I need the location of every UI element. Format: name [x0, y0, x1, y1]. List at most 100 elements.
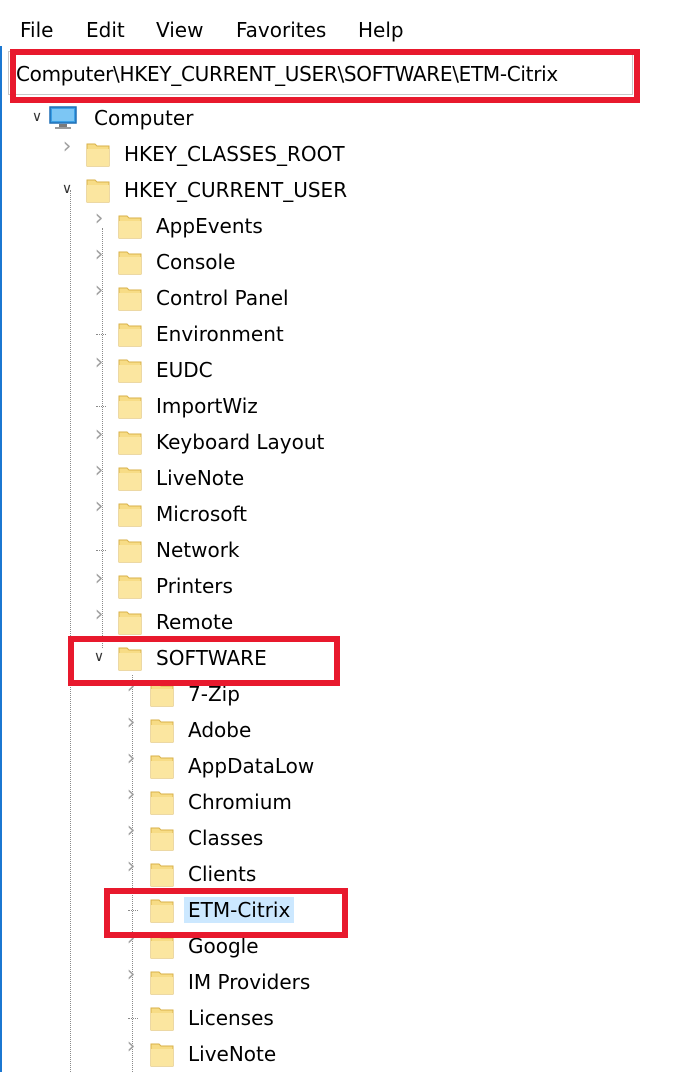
tree-node-computer[interactable]: ∨ Computer [0, 100, 676, 136]
tree-node-label[interactable]: ImportWiz [152, 393, 262, 419]
tree-node-label[interactable]: EUDC [152, 357, 217, 383]
tree-node-label[interactable]: Licenses [184, 1005, 278, 1031]
tree-node-sw-im-providers[interactable]: › IM Providers [0, 964, 676, 1000]
tree-node-label[interactable]: HKEY_CURRENT_USER [120, 177, 351, 203]
tree-node-sw-clients[interactable]: › Clients [0, 856, 676, 892]
tree-node-sw-licenses[interactable]: Licenses [0, 1000, 676, 1036]
chevron-right-icon[interactable]: › [124, 1036, 138, 1058]
tree-node-label[interactable]: ETM-Citrix [184, 897, 295, 923]
tree-node-label[interactable]: IM Providers [184, 969, 314, 995]
chevron-right-icon[interactable]: › [124, 820, 138, 842]
tree-node-label[interactable]: Google [184, 933, 263, 959]
chevron-right-icon[interactable]: › [124, 856, 138, 878]
tree-node-label[interactable]: AppDataLow [184, 753, 318, 779]
chevron-right-icon[interactable]: › [92, 424, 106, 446]
tree-node-label[interactable]: Chromium [184, 789, 296, 815]
chevron-right-icon[interactable]: › [60, 136, 74, 158]
folder-icon [150, 897, 174, 923]
tree-node-label[interactable]: AppEvents [152, 213, 267, 239]
tree-connector [128, 910, 138, 911]
chevron-right-icon[interactable]: › [124, 676, 138, 698]
tree-node-sw-7-zip[interactable]: › 7-Zip [0, 676, 676, 712]
folder-icon [118, 285, 142, 311]
chevron-right-icon[interactable]: › [92, 352, 106, 374]
chevron-right-icon[interactable]: › [124, 784, 138, 806]
tree-node-eudc[interactable]: › EUDC [0, 352, 676, 388]
chevron-right-icon[interactable]: › [92, 460, 106, 482]
folder-icon [150, 681, 174, 707]
chevron-right-icon[interactable]: › [92, 208, 106, 230]
tree-node-label[interactable]: Environment [152, 321, 288, 347]
chevron-right-icon[interactable]: › [124, 748, 138, 770]
tree-node-sw-adobe[interactable]: › Adobe [0, 712, 676, 748]
chevron-right-icon[interactable]: › [92, 280, 106, 302]
tree-node-sw-appdatalow[interactable]: › AppDataLow [0, 748, 676, 784]
tree-node-label[interactable]: Keyboard Layout [152, 429, 328, 455]
tree-node-software[interactable]: ∨ SOFTWARE [0, 640, 676, 676]
tree-node-label[interactable]: Microsoft [152, 501, 251, 527]
tree-node-label[interactable]: HKEY_CLASSES_ROOT [120, 141, 349, 167]
chevron-down-icon[interactable]: ∨ [30, 110, 44, 124]
menu-favorites[interactable]: Favorites [232, 18, 330, 42]
tree-node-label[interactable]: Network [152, 537, 244, 563]
folder-icon [150, 969, 174, 995]
tree-node-hkcu[interactable]: ∨ HKEY_CURRENT_USER [0, 172, 676, 208]
tree-node-label[interactable]: Remote [152, 609, 237, 635]
folder-icon [118, 357, 142, 383]
chevron-right-icon[interactable]: › [92, 244, 106, 266]
folder-icon [118, 213, 142, 239]
chevron-right-icon[interactable]: › [92, 604, 106, 626]
chevron-down-icon[interactable]: ∨ [60, 182, 74, 196]
tree-node-appevents[interactable]: › AppEvents [0, 208, 676, 244]
tree-node-label[interactable]: Clients [184, 861, 260, 887]
chevron-right-icon[interactable]: › [124, 928, 138, 950]
tree-node-hkcr[interactable]: › HKEY_CLASSES_ROOT [0, 136, 676, 172]
chevron-right-icon[interactable]: › [124, 964, 138, 986]
folder-icon [118, 501, 142, 527]
tree-node-label[interactable]: LiveNote [184, 1041, 280, 1067]
tree-node-keyboard-layout[interactable]: › Keyboard Layout [0, 424, 676, 460]
tree-connector [96, 406, 106, 407]
chevron-right-icon[interactable]: › [124, 712, 138, 734]
menu-bar: File Edit View Favorites Help [0, 0, 676, 46]
tree-node-label[interactable]: SOFTWARE [152, 645, 271, 671]
tree-node-label[interactable]: Console [152, 249, 239, 275]
tree-connector [96, 334, 106, 335]
chevron-right-icon[interactable]: › [92, 568, 106, 590]
tree-node-label[interactable]: Classes [184, 825, 267, 851]
tree-node-label[interactable]: 7-Zip [184, 681, 244, 707]
tree-node-microsoft[interactable]: › Microsoft [0, 496, 676, 532]
tree-node-label[interactable]: Computer [90, 105, 197, 131]
tree-node-network[interactable]: Network [0, 532, 676, 568]
address-path[interactable]: Computer\HKEY_CURRENT_USER\SOFTWARE\ETM-… [16, 62, 558, 86]
tree-node-livenote[interactable]: › LiveNote [0, 460, 676, 496]
tree-node-console[interactable]: › Console [0, 244, 676, 280]
folder-icon [118, 429, 142, 455]
registry-tree[interactable]: ∨ Computer › HKEY_CLASSES_ROOT ∨ HKEY_CURRENT… [0, 100, 676, 1072]
menu-help[interactable]: Help [354, 18, 408, 42]
folder-icon [118, 321, 142, 347]
tree-node-sw-livenote[interactable]: › LiveNote [0, 1036, 676, 1072]
folder-icon [150, 1041, 174, 1067]
tree-node-sw-google[interactable]: › Google [0, 928, 676, 964]
tree-node-label[interactable]: LiveNote [152, 465, 248, 491]
tree-node-sw-etm-citrix[interactable]: ETM-Citrix [0, 892, 676, 928]
tree-node-importwiz[interactable]: ImportWiz [0, 388, 676, 424]
folder-icon [86, 141, 110, 167]
folder-icon [150, 933, 174, 959]
tree-node-control-panel[interactable]: › Control Panel [0, 280, 676, 316]
chevron-right-icon[interactable]: › [92, 496, 106, 518]
computer-icon [48, 105, 78, 131]
tree-node-environment[interactable]: Environment [0, 316, 676, 352]
tree-node-sw-classes[interactable]: › Classes [0, 820, 676, 856]
tree-node-printers[interactable]: › Printers [0, 568, 676, 604]
tree-node-sw-chromium[interactable]: › Chromium [0, 784, 676, 820]
menu-edit[interactable]: Edit [82, 18, 129, 42]
tree-node-label[interactable]: Printers [152, 573, 237, 599]
tree-node-remote[interactable]: › Remote [0, 604, 676, 640]
menu-view[interactable]: View [152, 18, 207, 42]
menu-file[interactable]: File [16, 18, 57, 42]
chevron-down-icon[interactable]: ∨ [92, 650, 106, 664]
tree-node-label[interactable]: Adobe [184, 717, 255, 743]
tree-node-label[interactable]: Control Panel [152, 285, 293, 311]
